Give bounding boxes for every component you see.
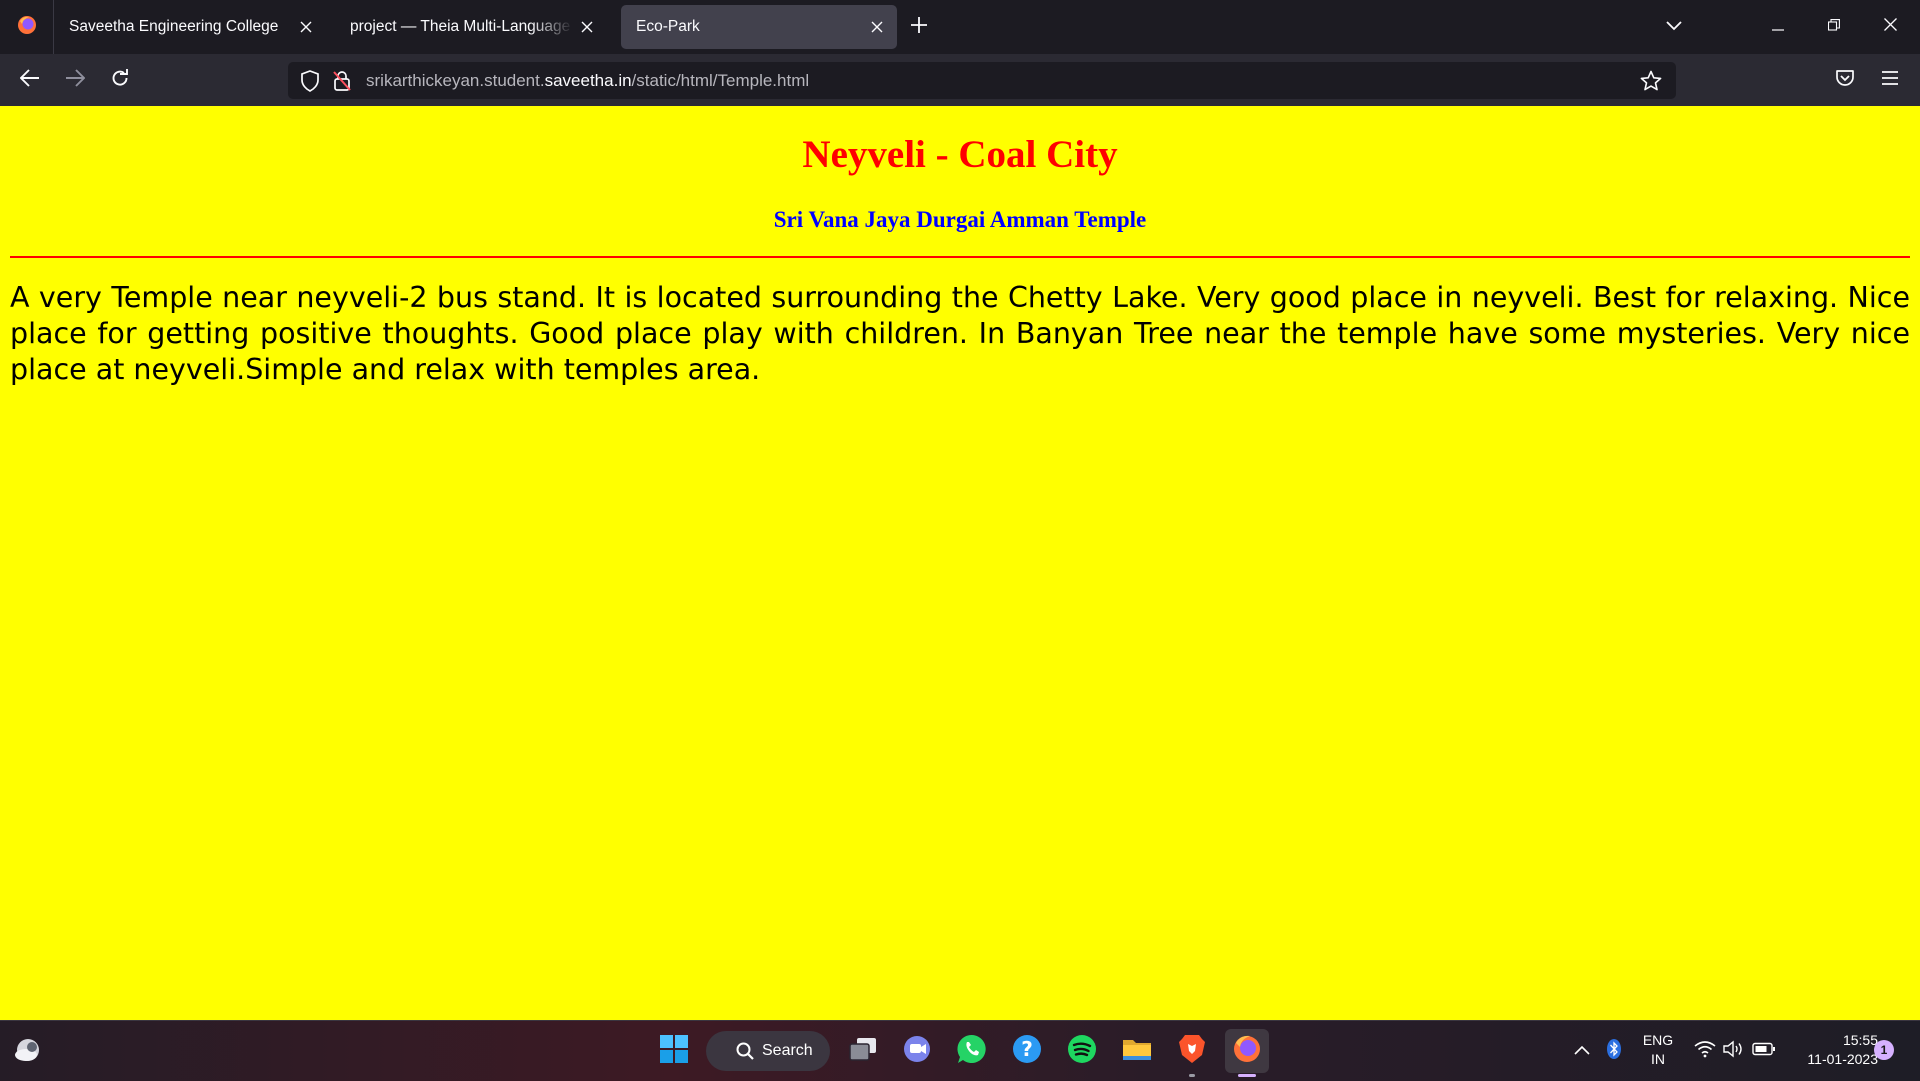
shield-icon[interactable] — [300, 70, 320, 97]
horizontal-rule — [10, 256, 1910, 258]
speaker-icon — [1722, 1040, 1744, 1063]
running-indicator — [1189, 1074, 1195, 1077]
close-icon — [1883, 18, 1897, 36]
active-indicator — [1238, 1074, 1256, 1077]
firefox-taskbar-button[interactable] — [1225, 1029, 1269, 1077]
input-language-indicator[interactable]: ENG IN — [1640, 1031, 1676, 1069]
weather-cloud-icon — [12, 1036, 44, 1067]
list-all-tabs-button[interactable] — [1646, 0, 1702, 54]
pocket-icon — [1835, 69, 1855, 92]
teams-chat-button[interactable] — [895, 1029, 939, 1073]
description-paragraph: A very Temple near neyveli-2 bus stand. … — [10, 281, 1910, 386]
tab-strip: Saveetha Engineering College project — T… — [0, 0, 1920, 54]
bluetooth-tray-button[interactable] — [1606, 1038, 1622, 1065]
search-label: Search — [762, 1042, 813, 1059]
tab-theia-project[interactable]: project — Theia Multi-Language Ex — [335, 5, 607, 49]
clock[interactable]: 15:55 11-01-2023 — [1788, 1031, 1878, 1069]
taskbar-search[interactable]: Search — [706, 1031, 830, 1071]
spotify-button[interactable] — [1060, 1029, 1104, 1073]
tab-eco-park[interactable]: Eco-Park — [621, 5, 897, 49]
url-domain: saveetha.in — [544, 71, 632, 90]
windows-logo-icon — [659, 1034, 689, 1069]
url-path: /static/html/Temple.html — [631, 71, 810, 90]
language-code: ENG — [1642, 1032, 1674, 1048]
bluetooth-icon — [1606, 1038, 1622, 1065]
close-tab-icon[interactable] — [573, 13, 601, 41]
minimize-icon — [1772, 18, 1784, 36]
region-code: IN — [1651, 1051, 1665, 1067]
close-tab-icon[interactable] — [863, 13, 891, 41]
bookmark-star-icon[interactable] — [1640, 70, 1662, 97]
minimize-button[interactable] — [1750, 0, 1806, 54]
firefox-view-button[interactable] — [0, 0, 54, 54]
notification-badge[interactable]: 1 — [1874, 1040, 1894, 1060]
close-tab-icon[interactable] — [292, 13, 320, 41]
firefox-icon — [1231, 1033, 1263, 1070]
pocket-button[interactable] — [1827, 62, 1863, 98]
svg-text:?: ? — [1021, 1037, 1033, 1061]
back-button[interactable] — [12, 62, 48, 98]
clock-time: 15:55 — [1842, 1032, 1878, 1048]
windows-taskbar: Search ? ENG IN 15:55 11-01-2023 1 — [0, 1020, 1920, 1081]
tab-title: Eco-Park — [636, 18, 700, 35]
network-tray-button[interactable] — [1694, 1039, 1716, 1063]
page-subtitle: Sri Vana Jaya Durgai Amman Temple — [773, 207, 1147, 232]
battery-tray-button[interactable] — [1752, 1039, 1776, 1063]
teams-chat-icon — [902, 1034, 932, 1069]
volume-tray-button[interactable] — [1722, 1039, 1744, 1063]
chevron-down-icon — [1666, 18, 1682, 36]
tab-title: Saveetha Engineering College — [69, 18, 279, 35]
get-help-button[interactable]: ? — [1005, 1029, 1049, 1073]
whatsapp-icon — [956, 1033, 988, 1070]
restore-button[interactable] — [1806, 0, 1862, 54]
url-prefix: srikarthickeyan.student. — [366, 71, 545, 90]
task-view-icon — [848, 1036, 878, 1067]
plus-icon — [910, 16, 928, 39]
navigation-toolbar: srikarthickeyan.student.saveetha.in/stat… — [0, 54, 1920, 106]
help-icon: ? — [1011, 1033, 1043, 1070]
reload-button[interactable] — [102, 62, 138, 98]
folder-icon — [1121, 1035, 1153, 1068]
firefox-logo-icon — [17, 15, 37, 40]
page-title: Neyveli - Coal City — [802, 133, 1118, 176]
app-menu-button[interactable] — [1872, 62, 1908, 98]
start-button[interactable] — [652, 1029, 696, 1073]
wifi-icon — [1694, 1040, 1716, 1063]
reload-icon — [110, 68, 130, 93]
restore-icon — [1827, 18, 1840, 36]
brave-browser-button[interactable] — [1170, 1029, 1214, 1077]
hamburger-menu-icon — [1881, 70, 1899, 90]
forward-button[interactable] — [57, 62, 93, 98]
url-bar[interactable]: srikarthickeyan.student.saveetha.in/stat… — [288, 62, 1676, 99]
show-hidden-icons-button[interactable] — [1574, 1039, 1590, 1063]
tab-title: project — Theia Multi-Language Ex — [350, 18, 573, 35]
file-explorer-button[interactable] — [1115, 1029, 1159, 1073]
search-icon — [736, 1042, 754, 1060]
tab-saveetha[interactable]: Saveetha Engineering College — [54, 5, 326, 49]
brave-icon — [1178, 1033, 1206, 1070]
close-window-button[interactable] — [1862, 0, 1918, 54]
lock-insecure-icon[interactable] — [333, 70, 351, 97]
clock-date: 11-01-2023 — [1807, 1051, 1878, 1067]
task-view-button[interactable] — [841, 1029, 885, 1073]
whatsapp-button[interactable] — [950, 1029, 994, 1073]
arrow-right-icon — [65, 68, 86, 92]
arrow-left-icon — [19, 68, 40, 92]
url-text: srikarthickeyan.student.saveetha.in/stat… — [366, 62, 809, 99]
widgets-button[interactable] — [6, 1029, 50, 1073]
chevron-up-icon — [1574, 1042, 1590, 1060]
new-tab-button[interactable] — [902, 10, 936, 44]
spotify-icon — [1066, 1033, 1098, 1070]
web-page-content: Neyveli - Coal City Sri Vana Jaya Durgai… — [0, 106, 1920, 1020]
battery-icon — [1752, 1042, 1776, 1061]
